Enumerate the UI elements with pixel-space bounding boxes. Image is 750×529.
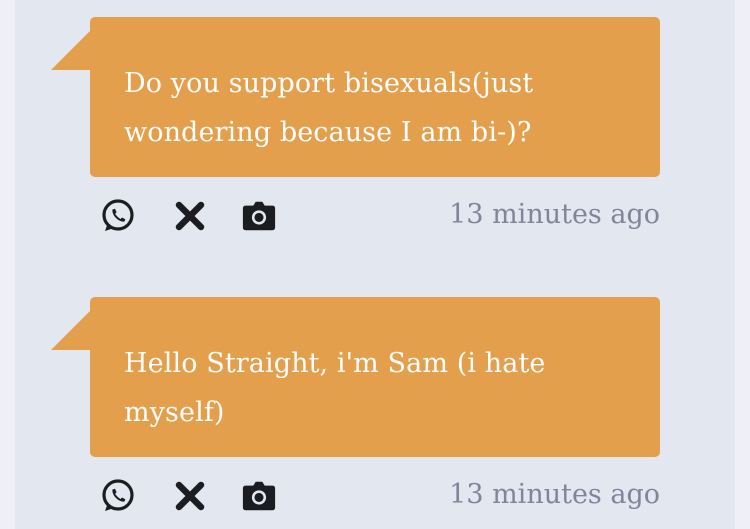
whatsapp-share-button[interactable] [100,478,136,514]
screenshot-button[interactable] [241,478,277,514]
message-bubble[interactable]: Hello Straight, i'm Sam (i hate myself) [90,297,660,457]
timestamp: 13 minutes ago [449,199,660,230]
x-share-button[interactable] [172,478,208,514]
whatsapp-share-button[interactable] [100,198,136,234]
x-icon [175,201,205,231]
timestamp: 13 minutes ago [449,479,660,510]
camera-icon [242,201,276,231]
whatsapp-icon [102,479,134,511]
message-text: Hello Straight, i'm Sam (i hate myself) [124,348,546,428]
message-text: Do you support bisexuals(just wondering … [124,68,534,148]
message-card: Do you support bisexuals(just wondering … [90,17,660,231]
page: Do you support bisexuals(just wondering … [0,0,750,529]
message-card: Hello Straight, i'm Sam (i hate myself) … [90,297,660,511]
message-bubble[interactable]: Do you support bisexuals(just wondering … [90,17,660,177]
page-margin [735,0,750,529]
x-icon [175,481,205,511]
screenshot-button[interactable] [241,198,277,234]
camera-icon [242,481,276,511]
whatsapp-icon [102,199,134,231]
x-share-button[interactable] [172,198,208,234]
